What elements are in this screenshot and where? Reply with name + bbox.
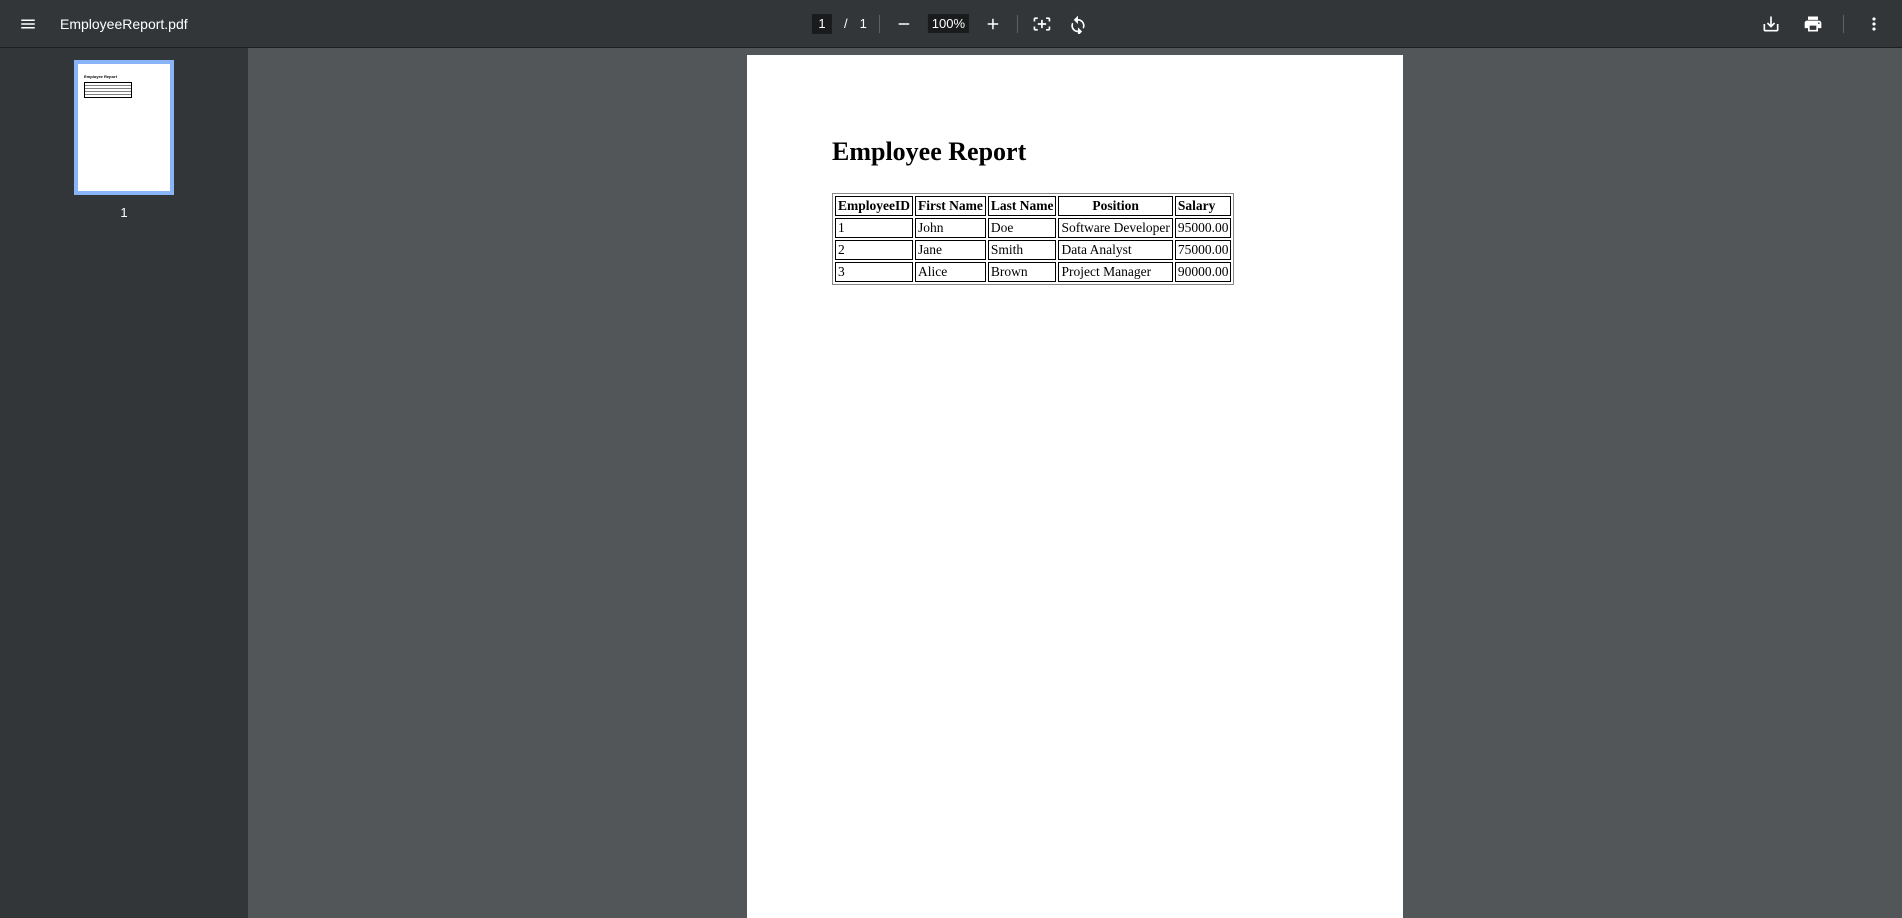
- col-employeeid: EmployeeID: [835, 196, 913, 216]
- table-header-row: EmployeeID First Name Last Name Position…: [835, 196, 1231, 216]
- divider: [1017, 15, 1018, 33]
- thumbnail-container[interactable]: Employee Report 1: [74, 60, 174, 220]
- table-cell: 2: [835, 240, 913, 260]
- zoom-level[interactable]: 100%: [928, 14, 969, 33]
- table-cell: 1: [835, 218, 913, 238]
- table-cell: John: [915, 218, 986, 238]
- print-icon[interactable]: [1801, 12, 1825, 36]
- toolbar-left: EmployeeReport.pdf: [16, 12, 188, 36]
- thumbnail-page-number: 1: [120, 205, 127, 220]
- col-firstname: First Name: [915, 196, 986, 216]
- main-area: Employee Report 1 Employee Report Employ…: [0, 48, 1902, 918]
- col-salary: Salary: [1175, 196, 1232, 216]
- thumbnail-sidebar: Employee Report 1: [0, 48, 248, 918]
- toolbar: EmployeeReport.pdf / 1 100%: [0, 0, 1902, 48]
- fit-page-icon[interactable]: [1030, 12, 1054, 36]
- table-cell: Brown: [988, 262, 1057, 282]
- table-cell: 75000.00: [1175, 240, 1232, 260]
- page-total: 1: [860, 16, 867, 31]
- table-cell: Project Manager: [1058, 262, 1172, 282]
- divider: [879, 15, 880, 33]
- rotate-icon[interactable]: [1066, 12, 1090, 36]
- thumb-table-mini: [84, 82, 132, 98]
- table-cell: 3: [835, 262, 913, 282]
- divider: [1843, 15, 1844, 33]
- content-area[interactable]: Employee Report EmployeeID First Name La…: [248, 48, 1902, 918]
- page-number-input[interactable]: [812, 14, 832, 34]
- table-row: 3AliceBrownProject Manager90000.00: [835, 262, 1231, 282]
- zoom-out-icon[interactable]: [892, 12, 916, 36]
- file-name: EmployeeReport.pdf: [60, 16, 188, 32]
- table-cell: Alice: [915, 262, 986, 282]
- table-cell: 90000.00: [1175, 262, 1232, 282]
- col-position: Position: [1058, 196, 1172, 216]
- table-row: 1JohnDoeSoftware Developer95000.00: [835, 218, 1231, 238]
- table-cell: Data Analyst: [1058, 240, 1172, 260]
- download-icon[interactable]: [1759, 12, 1783, 36]
- table-cell: Doe: [988, 218, 1057, 238]
- toolbar-right: [1759, 12, 1886, 36]
- table-cell: 95000.00: [1175, 218, 1232, 238]
- col-lastname: Last Name: [988, 196, 1057, 216]
- page-thumbnail[interactable]: Employee Report: [74, 60, 174, 195]
- table-cell: Jane: [915, 240, 986, 260]
- employee-table: EmployeeID First Name Last Name Position…: [832, 193, 1234, 285]
- menu-icon[interactable]: [16, 12, 40, 36]
- zoom-in-icon[interactable]: [981, 12, 1005, 36]
- more-icon[interactable]: [1862, 12, 1886, 36]
- table-cell: Software Developer: [1058, 218, 1172, 238]
- pdf-page: Employee Report EmployeeID First Name La…: [747, 55, 1403, 918]
- page-separator: /: [844, 16, 848, 31]
- thumb-title-mini: Employee Report: [84, 74, 164, 79]
- report-title: Employee Report: [832, 137, 1318, 167]
- toolbar-center: / 1 100%: [812, 12, 1090, 36]
- table-cell: Smith: [988, 240, 1057, 260]
- table-row: 2JaneSmithData Analyst75000.00: [835, 240, 1231, 260]
